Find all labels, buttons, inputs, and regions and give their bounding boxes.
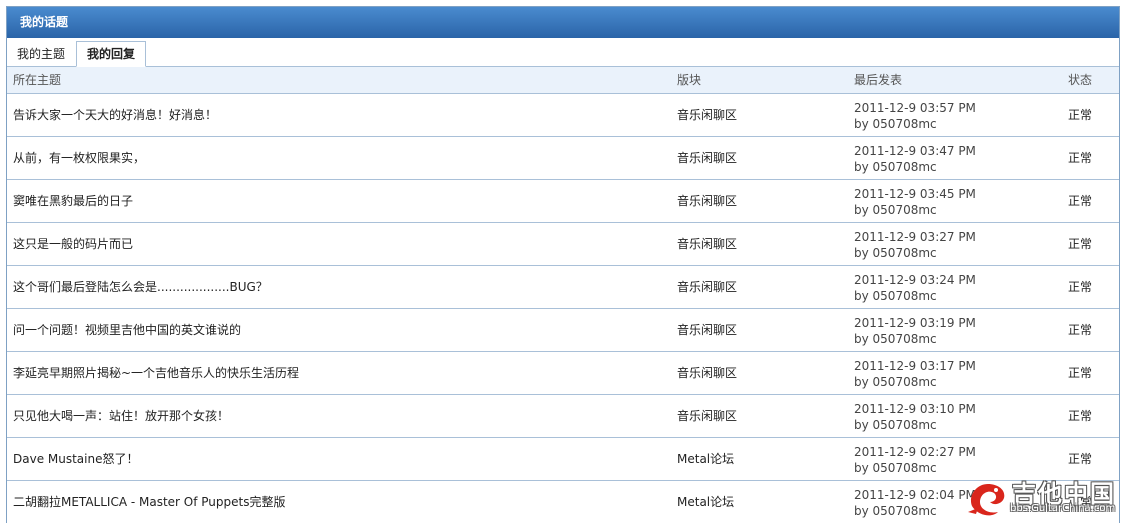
board-link[interactable]: 音乐闲聊区 xyxy=(677,94,737,136)
table-row: 问一个问题！视频里吉他中国的英文谁说的 音乐闲聊区 2011-12-9 03:19 … xyxy=(7,309,1119,352)
last-post-info: 2011-12-9 03:47 PM by 050708mc xyxy=(854,143,976,175)
last-post-time[interactable]: 2011-12-9 03:45 PM xyxy=(854,186,976,202)
topic-link[interactable]: 窦唯在黑豹最后的日子 xyxy=(13,180,133,222)
watermark-url: bbs.GuitarChina.com xyxy=(1010,503,1116,514)
status-text: 正常 xyxy=(1068,194,1093,208)
status-text: 正常 xyxy=(1068,323,1093,337)
board-link[interactable]: 音乐闲聊区 xyxy=(677,223,737,265)
table-row: 这个哥们最后登陆怎么会是...................BUG？ 音乐闲聊区… xyxy=(7,266,1119,309)
last-post-time[interactable]: 2011-12-9 03:47 PM xyxy=(854,143,976,159)
last-post-author[interactable]: by 050708mc xyxy=(854,331,976,347)
last-post-author[interactable]: by 050708mc xyxy=(854,245,976,261)
panel-title: 我的话题 xyxy=(7,7,1119,38)
last-post-author[interactable]: by 050708mc xyxy=(854,159,976,175)
tab-my-topics[interactable]: 我的主题 xyxy=(7,42,75,66)
topic-link[interactable]: 李延亮早期照片揭秘~一个吉他音乐人的快乐生活历程 xyxy=(13,352,299,394)
topic-list: 告诉大家一个天大的好消息！好消息！ 音乐闲聊区 2011-12-9 03:57 PM… xyxy=(7,94,1119,523)
table-row: 这只是一般的码片而已 音乐闲聊区 2011-12-9 03:27 PM by 0507… xyxy=(7,223,1119,266)
table-row: 窦唯在黑豹最后的日子 音乐闲聊区 2011-12-9 03:45 PM by 0507… xyxy=(7,180,1119,223)
board-link[interactable]: 音乐闲聊区 xyxy=(677,395,737,437)
last-post-author[interactable]: by 050708mc xyxy=(854,116,976,132)
last-post-time[interactable]: 2011-12-9 03:57 PM xyxy=(854,100,976,116)
last-post-info: 2011-12-9 02:27 PM by 050708mc xyxy=(854,444,976,476)
last-post-time[interactable]: 2011-12-9 03:27 PM xyxy=(854,229,976,245)
topic-link[interactable]: 只见他大喝一声：站住！放开那个女孩！ xyxy=(13,395,229,437)
topic-link[interactable]: 这个哥们最后登陆怎么会是...................BUG？ xyxy=(13,266,268,308)
last-post-time[interactable]: 2011-12-9 03:17 PM xyxy=(854,358,976,374)
last-post-info: 2011-12-9 02:04 PM by 050708mc xyxy=(854,487,976,519)
board-link[interactable]: Metal论坛 xyxy=(677,481,734,523)
topic-link[interactable]: Dave Mustaine怒了！ xyxy=(13,438,139,480)
table-row: 李延亮早期照片揭秘~一个吉他音乐人的快乐生活历程 音乐闲聊区 2011-12-9 0… xyxy=(7,352,1119,395)
topic-link[interactable]: 从前，有一枚权限果实， xyxy=(13,137,145,179)
last-post-info: 2011-12-9 03:24 PM by 050708mc xyxy=(854,272,976,304)
column-header-topic: 所在主题 xyxy=(13,73,62,87)
last-post-info: 2011-12-9 03:19 PM by 050708mc xyxy=(854,315,976,347)
last-post-author[interactable]: by 050708mc xyxy=(854,417,976,433)
last-post-author[interactable]: by 050708mc xyxy=(854,460,976,476)
board-link[interactable]: 音乐闲聊区 xyxy=(677,309,737,351)
column-header-status: 状态 xyxy=(1068,73,1093,87)
last-post-info: 2011-12-9 03:10 PM by 050708mc xyxy=(854,401,976,433)
last-post-info: 2011-12-9 03:17 PM by 050708mc xyxy=(854,358,976,390)
status-text: 正常 xyxy=(1068,237,1093,251)
my-topics-panel: 我的话题 我的主题 我的回复 所在主题 版块 最后发表 状态 告诉大家一个天大的… xyxy=(6,6,1120,523)
status-text: 正常 xyxy=(1068,409,1093,423)
last-post-info: 2011-12-9 03:57 PM by 050708mc xyxy=(854,100,976,132)
table-row: 二胡翻拉METALLICA - Master Of Puppets完整版 Meta… xyxy=(7,481,1119,523)
table-header: 所在主题 版块 最后发表 状态 xyxy=(7,67,1119,94)
guitar-dragon-icon xyxy=(968,484,1005,516)
last-post-time[interactable]: 2011-12-9 02:27 PM xyxy=(854,444,976,460)
board-link[interactable]: 音乐闲聊区 xyxy=(677,352,737,394)
table-row: Dave Mustaine怒了！ Metal论坛 2011-12-9 02:27 P… xyxy=(7,438,1119,481)
last-post-time[interactable]: 2011-12-9 03:19 PM xyxy=(854,315,976,331)
last-post-author[interactable]: by 050708mc xyxy=(854,202,976,218)
topic-link[interactable]: 二胡翻拉METALLICA - Master Of Puppets完整版 xyxy=(13,481,286,523)
status-text: 正常 xyxy=(1068,151,1093,165)
last-post-author[interactable]: by 050708mc xyxy=(854,503,976,519)
last-post-time[interactable]: 2011-12-9 03:10 PM xyxy=(854,401,976,417)
site-logo: 吉他中国 bbs.GuitarChina.com xyxy=(966,474,1116,519)
last-post-author[interactable]: by 050708mc xyxy=(854,288,976,304)
last-post-author[interactable]: by 050708mc xyxy=(854,374,976,390)
topic-link[interactable]: 问一个问题！视频里吉他中国的英文谁说的 xyxy=(13,309,241,351)
last-post-info: 2011-12-9 03:45 PM by 050708mc xyxy=(854,186,976,218)
tab-my-replies[interactable]: 我的回复 xyxy=(76,41,147,67)
board-link[interactable]: 音乐闲聊区 xyxy=(677,266,737,308)
column-header-last-post: 最后发表 xyxy=(854,73,903,87)
column-header-board: 版块 xyxy=(677,73,702,87)
table-row: 从前，有一枚权限果实， 音乐闲聊区 2011-12-9 03:47 PM by 050… xyxy=(7,137,1119,180)
status-text: 正常 xyxy=(1068,108,1093,122)
board-link[interactable]: 音乐闲聊区 xyxy=(677,137,737,179)
last-post-info: 2011-12-9 03:27 PM by 050708mc xyxy=(854,229,976,261)
topic-link[interactable]: 告诉大家一个天大的好消息！好消息！ xyxy=(13,94,217,136)
status-text: 正常 xyxy=(1068,366,1093,380)
board-link[interactable]: Metal论坛 xyxy=(677,438,734,480)
table-row: 只见他大喝一声：站住！放开那个女孩！ 音乐闲聊区 2011-12-9 03:10 P… xyxy=(7,395,1119,438)
last-post-time[interactable]: 2011-12-9 03:24 PM xyxy=(854,272,976,288)
status-text: 正常 xyxy=(1068,280,1093,294)
board-link[interactable]: 音乐闲聊区 xyxy=(677,180,737,222)
last-post-time[interactable]: 2011-12-9 02:04 PM xyxy=(854,487,976,503)
topic-link[interactable]: 这只是一般的码片而已 xyxy=(13,223,133,265)
table-row: 告诉大家一个天大的好消息！好消息！ 音乐闲聊区 2011-12-9 03:57 PM… xyxy=(7,94,1119,137)
tab-bar: 我的主题 我的回复 xyxy=(7,38,1119,67)
